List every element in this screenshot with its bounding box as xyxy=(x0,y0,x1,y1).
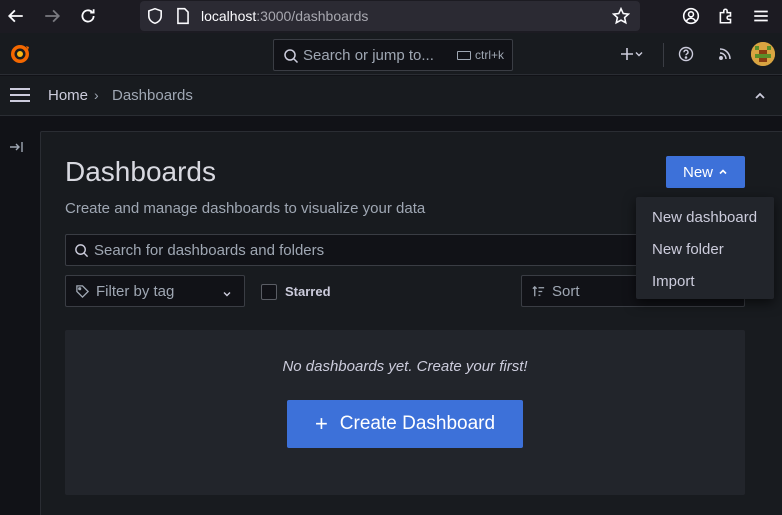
menu-hamburger-icon[interactable] xyxy=(10,88,30,104)
empty-state: No dashboards yet. Create your first! + … xyxy=(65,330,745,495)
create-dashboard-button[interactable]: + Create Dashboard xyxy=(287,400,523,448)
shield-icon[interactable] xyxy=(144,5,166,27)
url-path: :3000/dashboards xyxy=(256,8,369,24)
keyboard-shortcut: ctrl+k xyxy=(456,48,504,62)
new-dropdown-menu: New dashboard New folder Import xyxy=(636,197,774,299)
starred-label[interactable]: Starred xyxy=(285,284,331,299)
topbar-divider xyxy=(663,43,664,67)
sort-placeholder: Sort xyxy=(552,283,580,300)
account-icon[interactable] xyxy=(680,5,702,27)
breadcrumb-bar: Home › Dashboards xyxy=(0,76,782,116)
menu-item-import[interactable]: Import xyxy=(652,273,695,290)
shortcut-text: ctrl+k xyxy=(474,48,504,62)
chevron-down-icon[interactable] xyxy=(632,43,646,65)
breadcrumb-home[interactable]: Home xyxy=(48,87,88,104)
sort-icon xyxy=(531,284,546,299)
global-search-input[interactable]: Search or jump to... ctrl+k xyxy=(273,39,513,71)
user-avatar[interactable] xyxy=(751,42,775,66)
address-bar[interactable]: localhost:3000/dashboards xyxy=(140,1,640,31)
new-button-label: New xyxy=(682,163,713,181)
breadcrumb-separator-icon: › xyxy=(94,87,99,103)
back-arrow-icon[interactable] xyxy=(5,5,27,27)
dock-menu-icon[interactable] xyxy=(8,139,24,155)
filter-by-tag-placeholder: Filter by tag xyxy=(96,283,175,300)
grafana-topbar: Search or jump to... ctrl+k xyxy=(0,33,782,75)
help-icon[interactable] xyxy=(675,43,697,65)
page-title: Dashboards xyxy=(65,156,216,187)
page-subtitle: Create and manage dashboards to visualiz… xyxy=(65,200,426,217)
starred-checkbox[interactable] xyxy=(261,284,277,300)
empty-state-message: No dashboards yet. Create your first! xyxy=(282,358,528,375)
menu-item-new-dashboard[interactable]: New dashboard xyxy=(652,209,757,226)
search-icon xyxy=(283,48,299,64)
page-icon xyxy=(172,5,194,27)
browser-menu-icon[interactable] xyxy=(750,5,772,27)
rss-news-icon[interactable] xyxy=(714,43,736,65)
url-host: localhost xyxy=(201,8,257,24)
create-dashboard-label: Create Dashboard xyxy=(339,413,496,434)
filter-by-tag-select[interactable]: Filter by tag xyxy=(65,275,245,307)
reload-icon[interactable] xyxy=(77,5,99,27)
grafana-logo-icon[interactable] xyxy=(8,42,32,66)
global-search-placeholder: Search or jump to... xyxy=(303,47,434,64)
tag-icon xyxy=(75,284,90,299)
chevron-up-icon[interactable] xyxy=(752,88,768,104)
chevron-down-icon xyxy=(222,286,232,297)
keyboard-icon xyxy=(456,51,471,61)
breadcrumb-current: Dashboards xyxy=(112,87,193,104)
menu-item-new-folder[interactable]: New folder xyxy=(652,241,724,258)
search-icon xyxy=(74,243,89,258)
chevron-up-icon xyxy=(719,169,727,175)
browser-toolbar: localhost:3000/dashboards xyxy=(0,0,782,33)
dashboard-search-placeholder: Search for dashboards and folders xyxy=(94,242,325,259)
extensions-icon[interactable] xyxy=(715,5,737,27)
url-text[interactable]: localhost:3000/dashboards xyxy=(201,8,368,24)
new-button[interactable]: New xyxy=(666,156,745,188)
plus-icon: + xyxy=(314,411,328,436)
bookmark-star-icon[interactable] xyxy=(610,5,632,27)
forward-arrow-icon[interactable] xyxy=(41,5,63,27)
